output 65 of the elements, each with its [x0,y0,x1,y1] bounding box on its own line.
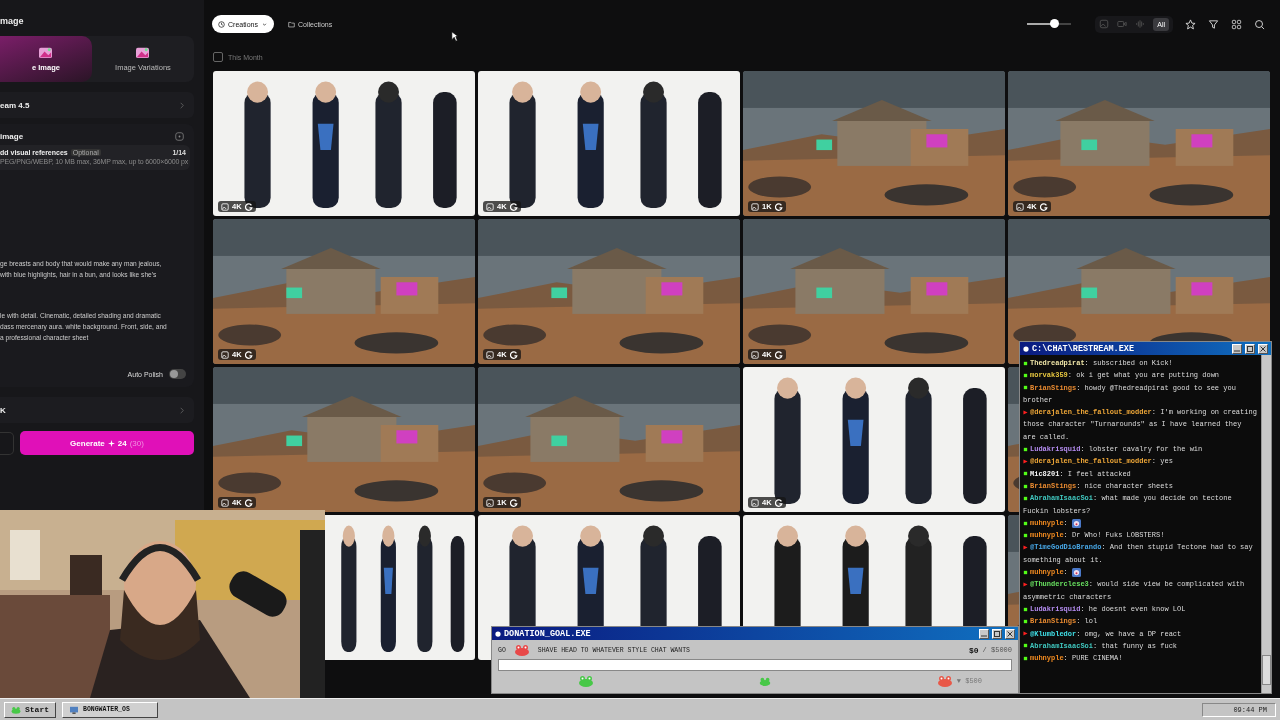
resolution-selector[interactable]: K [0,397,194,423]
folder-icon [287,20,295,28]
ring-icon [1039,202,1048,211]
maximize-button[interactable] [992,628,1002,639]
window-title: DONATION_GOAL.EXE [504,628,591,639]
image-icon [486,202,494,211]
ring-icon [244,498,253,507]
auto-polish-toggle[interactable] [169,369,186,379]
caret-icon [260,20,268,28]
raised-amount: $0 [969,645,979,655]
minimize-button[interactable] [1232,343,1242,354]
checkbox[interactable] [213,52,223,62]
section-title: image [0,132,24,141]
ring-icon [244,202,253,211]
frog-icon [578,675,594,687]
frog-icon [759,676,772,686]
filter-icon[interactable] [1208,18,1219,30]
close-icon [1006,629,1014,638]
start-button[interactable]: Start [4,701,56,718]
maximize-icon [993,629,1001,638]
frog-icon [11,705,21,714]
ring-icon [509,202,518,211]
frog-icon [936,675,953,687]
image-icon [751,498,759,507]
image-icon [221,498,229,507]
image-icon [1016,202,1024,211]
chevron-icon [180,406,184,414]
app-icon [1023,345,1029,352]
grid-icon[interactable] [1231,18,1242,30]
image-icon [221,202,229,211]
frog-icon [513,644,530,656]
image-icon [751,202,759,211]
image-icon [135,46,151,59]
close-button[interactable] [1005,628,1015,639]
close-button[interactable] [1258,343,1268,354]
image-icon [38,46,54,59]
search-icon[interactable] [1254,18,1265,30]
ring-icon [244,350,253,359]
image-icon [751,350,759,359]
close-icon [1259,344,1267,353]
chevron-icon [180,101,184,109]
model-selector[interactable]: eam 4.5 [0,92,194,118]
mouse-cursor-icon [451,31,459,42]
window-title: C:\CHAT\RESTREAM.EXE [1032,343,1135,354]
monitor-icon [69,705,79,714]
ring-icon [774,202,783,211]
ring-icon [774,350,783,359]
maximize-button[interactable] [1245,343,1255,354]
ring-icon [774,498,783,507]
sparkle-icon [107,439,115,447]
generate-button[interactable]: Generate 24 (30) [20,431,194,455]
star-icon[interactable] [1185,18,1196,30]
image-icon [486,350,494,359]
minimize-button[interactable] [979,628,989,639]
history-icon [218,20,225,28]
panel-title: mage [0,16,25,26]
image-icon [486,498,494,507]
maximize-icon [1246,344,1254,353]
app-icon [495,630,501,637]
ring-icon [509,498,518,507]
emote-icon [1071,518,1081,528]
emote-icon [1071,567,1081,577]
scrollbar[interactable] [1261,355,1271,693]
ring-icon [509,350,518,359]
image-icon [221,350,229,359]
